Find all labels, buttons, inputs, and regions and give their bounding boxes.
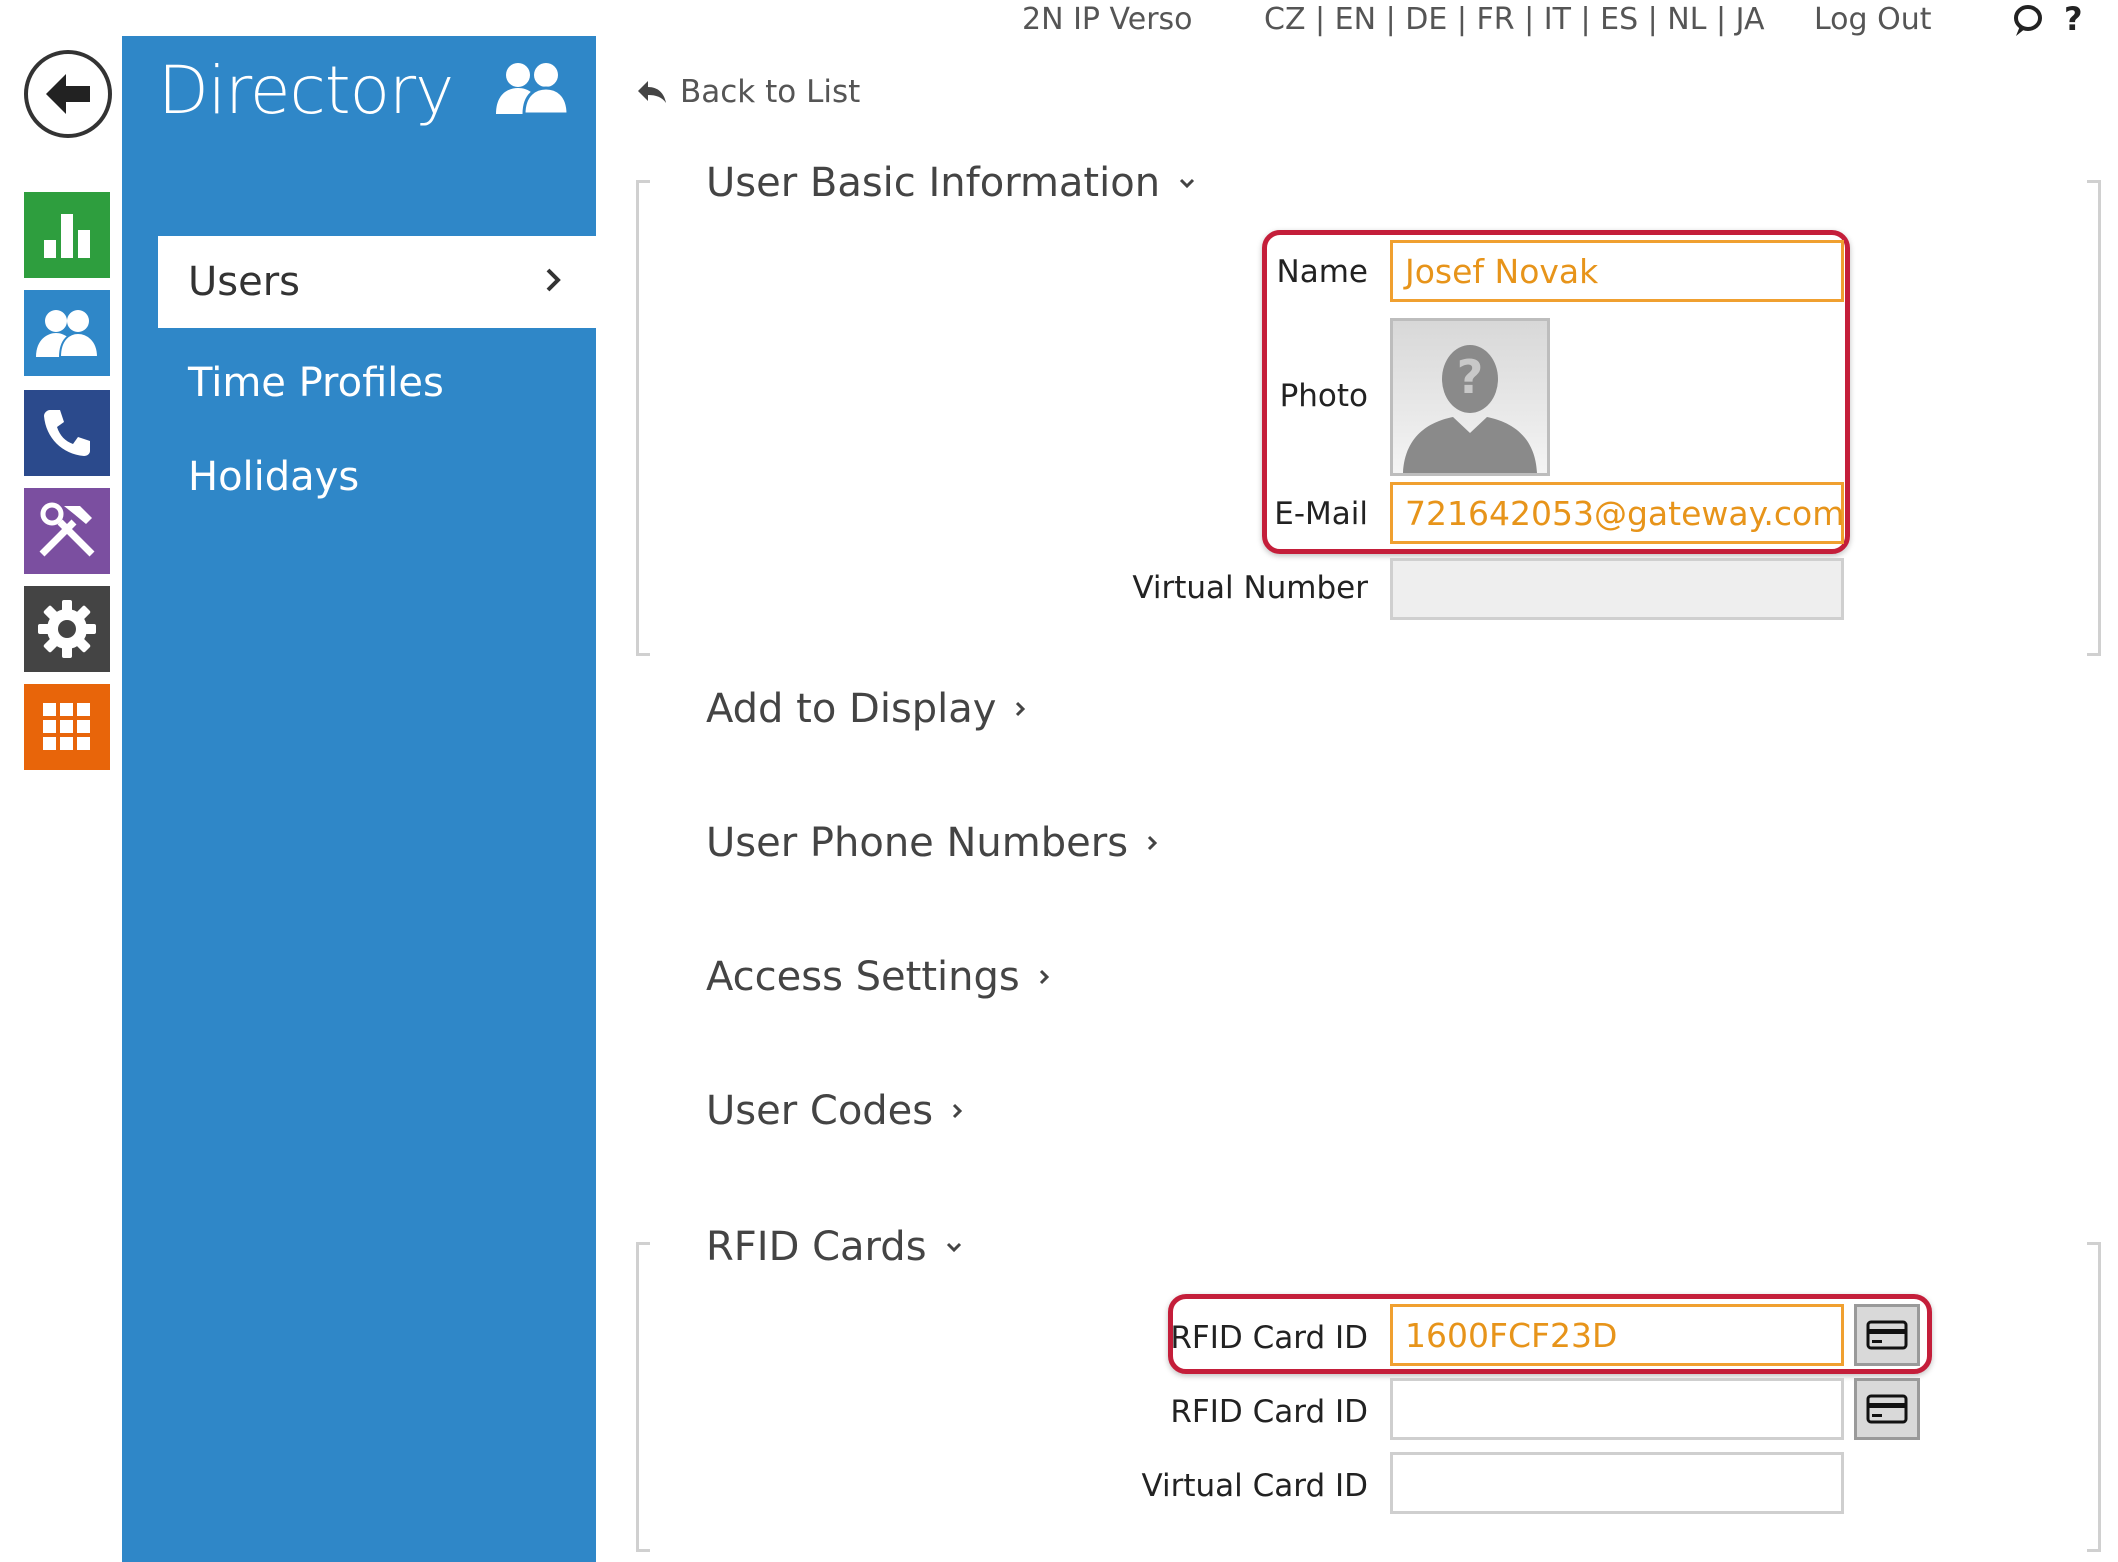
svg-text:?: ? bbox=[1457, 350, 1484, 404]
phone-icon bbox=[44, 410, 90, 456]
section-title: User Phone Numbers bbox=[706, 820, 1129, 866]
read-card-button[interactable] bbox=[1854, 1378, 1920, 1440]
rfid-card-2-label: RFID Card ID bbox=[1170, 1394, 1368, 1430]
menu-title: Directory bbox=[158, 52, 454, 129]
section-header-basic-info[interactable]: User Basic Information bbox=[706, 160, 1196, 206]
section-title: RFID Cards bbox=[706, 1224, 927, 1270]
logout-link[interactable]: Log Out bbox=[1814, 2, 1932, 37]
bracket-tick bbox=[636, 180, 650, 183]
virtual-number-label: Virtual Number bbox=[1132, 570, 1368, 606]
settings-nav-button[interactable] bbox=[24, 586, 110, 672]
photo-label: Photo bbox=[1279, 378, 1368, 414]
gear-icon bbox=[38, 600, 96, 658]
arrow-left-icon bbox=[46, 74, 90, 114]
section-title: Access Settings bbox=[706, 954, 1020, 1000]
basic-section-left-bracket bbox=[636, 180, 639, 656]
rfid-card-2-input[interactable] bbox=[1390, 1378, 1844, 1440]
section-header-rfid-cards[interactable]: RFID Cards bbox=[706, 1224, 963, 1270]
name-label: Name bbox=[1276, 254, 1368, 290]
chevron-right-icon bbox=[546, 268, 561, 292]
unknown-user-avatar-icon: ? bbox=[1403, 345, 1537, 473]
bracket-tick bbox=[2087, 1549, 2101, 1552]
section-header-phone-numbers[interactable]: User Phone Numbers bbox=[706, 820, 1158, 866]
virtual-card-label: Virtual Card ID bbox=[1141, 1468, 1368, 1504]
bracket-tick bbox=[636, 1549, 650, 1552]
section-header-add-to-display[interactable]: Add to Display bbox=[706, 686, 1026, 732]
virtual-number-input bbox=[1390, 558, 1844, 620]
menu-item-holidays[interactable]: Holidays bbox=[188, 454, 359, 500]
menu-item-time-profiles[interactable]: Time Profiles bbox=[188, 360, 444, 406]
bracket-tick bbox=[636, 653, 650, 656]
chevron-down-icon bbox=[946, 1242, 961, 1253]
chevron-right-icon bbox=[1147, 835, 1158, 851]
section-header-user-codes[interactable]: User Codes bbox=[706, 1088, 963, 1134]
rfid-card-1-label: RFID Card ID bbox=[1170, 1320, 1368, 1356]
tools-icon bbox=[39, 502, 95, 557]
users-icon bbox=[36, 310, 100, 358]
bracket-tick bbox=[2087, 180, 2101, 183]
reply-arrow-icon bbox=[638, 81, 666, 103]
services-nav-button[interactable] bbox=[24, 684, 110, 770]
language-selector[interactable]: CZ | EN | DE | FR | IT | ES | NL | JA bbox=[1264, 2, 1764, 37]
bracket-tick bbox=[636, 1242, 650, 1245]
back-to-list-label: Back to List bbox=[680, 74, 861, 110]
chevron-right-icon bbox=[953, 1103, 963, 1119]
bracket-tick bbox=[2087, 1242, 2101, 1245]
help-button[interactable]: ? bbox=[2064, 0, 2083, 38]
section-header-access-settings[interactable]: Access Settings bbox=[706, 954, 1050, 1000]
users-icon bbox=[496, 63, 570, 116]
menu-item-label: Users bbox=[188, 259, 301, 305]
card-reader-icon bbox=[1866, 1320, 1908, 1350]
chat-bubble-icon[interactable] bbox=[2012, 4, 2044, 38]
status-nav-button[interactable] bbox=[24, 192, 110, 278]
rfid-section-right-bracket bbox=[2098, 1242, 2101, 1552]
card-reader-icon bbox=[1866, 1394, 1908, 1424]
back-to-list-link[interactable]: Back to List bbox=[636, 74, 860, 110]
name-input[interactable]: Josef Novak bbox=[1390, 240, 1844, 302]
virtual-card-input[interactable] bbox=[1390, 1452, 1844, 1514]
back-button[interactable] bbox=[24, 50, 112, 138]
apps-grid-icon bbox=[43, 703, 90, 750]
section-title: Add to Display bbox=[706, 686, 997, 732]
rfid-card-1-input[interactable]: 1600FCF23D bbox=[1390, 1304, 1844, 1366]
chevron-down-icon bbox=[1179, 178, 1195, 189]
device-name: 2N IP Verso bbox=[1022, 2, 1193, 37]
menu-item-users[interactable]: Users bbox=[158, 236, 596, 328]
phone-nav-button[interactable] bbox=[24, 390, 110, 476]
bar-chart-icon bbox=[44, 214, 90, 258]
hardware-nav-button[interactable] bbox=[24, 488, 110, 574]
read-card-button[interactable] bbox=[1854, 1304, 1920, 1366]
photo-placeholder[interactable]: ? bbox=[1390, 318, 1550, 476]
chevron-right-icon bbox=[1016, 701, 1026, 717]
chevron-right-icon bbox=[1039, 969, 1049, 985]
basic-section-right-bracket bbox=[2098, 180, 2101, 656]
bracket-tick bbox=[2087, 653, 2101, 656]
email-label: E-Mail bbox=[1274, 496, 1368, 532]
section-title: User Codes bbox=[706, 1088, 934, 1134]
section-title: User Basic Information bbox=[706, 160, 1161, 206]
rfid-section-left-bracket bbox=[636, 1242, 639, 1552]
email-input[interactable]: 721642053@gateway.com bbox=[1390, 482, 1844, 544]
directory-nav-button[interactable] bbox=[24, 290, 110, 376]
